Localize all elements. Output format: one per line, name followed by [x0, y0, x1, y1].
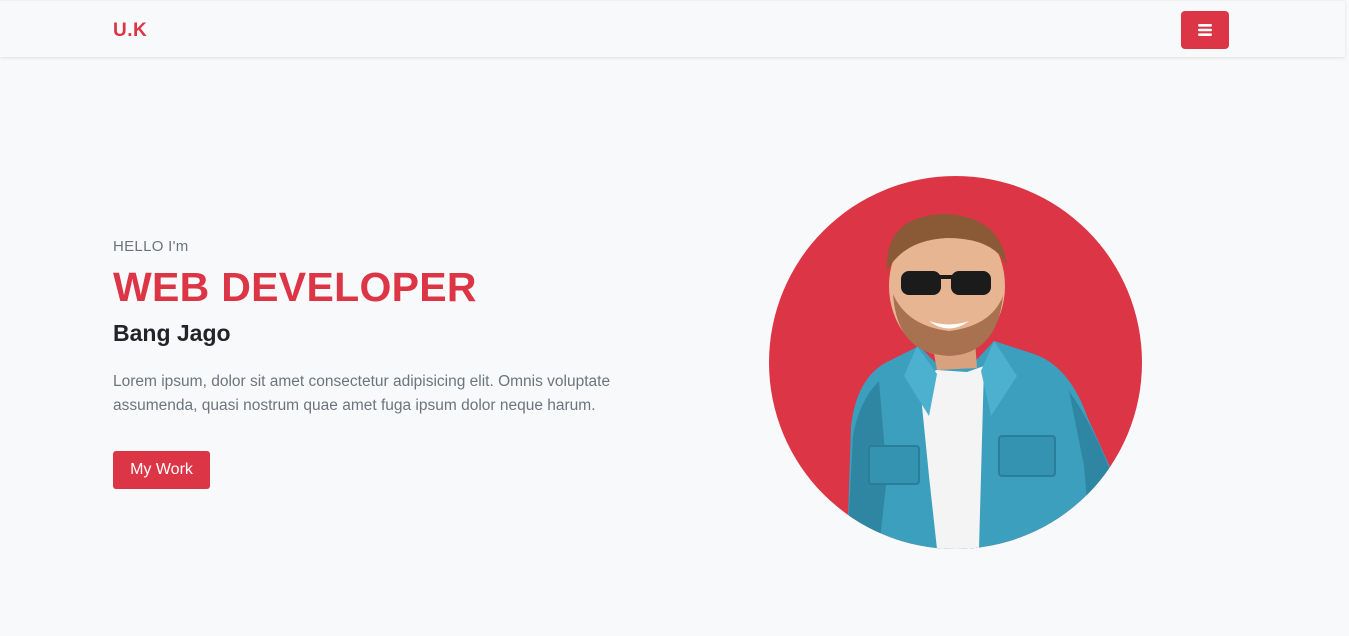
menu-toggle-button[interactable]: [1181, 11, 1229, 49]
navbar: U.K: [0, 0, 1345, 57]
greeting-text: HELLO I'm: [113, 238, 189, 255]
my-work-button[interactable]: My Work: [113, 451, 210, 489]
profile-photo: [769, 176, 1142, 554]
name-subheading: Bang Jago: [113, 320, 231, 347]
profile-illustration: [769, 176, 1142, 549]
brand-logo[interactable]: U.K: [113, 20, 147, 42]
hero-description: Lorem ipsum, dolor sit amet consectetur …: [113, 373, 611, 415]
hamburger-menu-icon: [1198, 24, 1212, 36]
hero-section: HELLO I'm WEB DEVELOPER Bang Jago Lorem …: [113, 238, 673, 418]
role-heading: WEB DEVELOPER: [113, 264, 477, 310]
